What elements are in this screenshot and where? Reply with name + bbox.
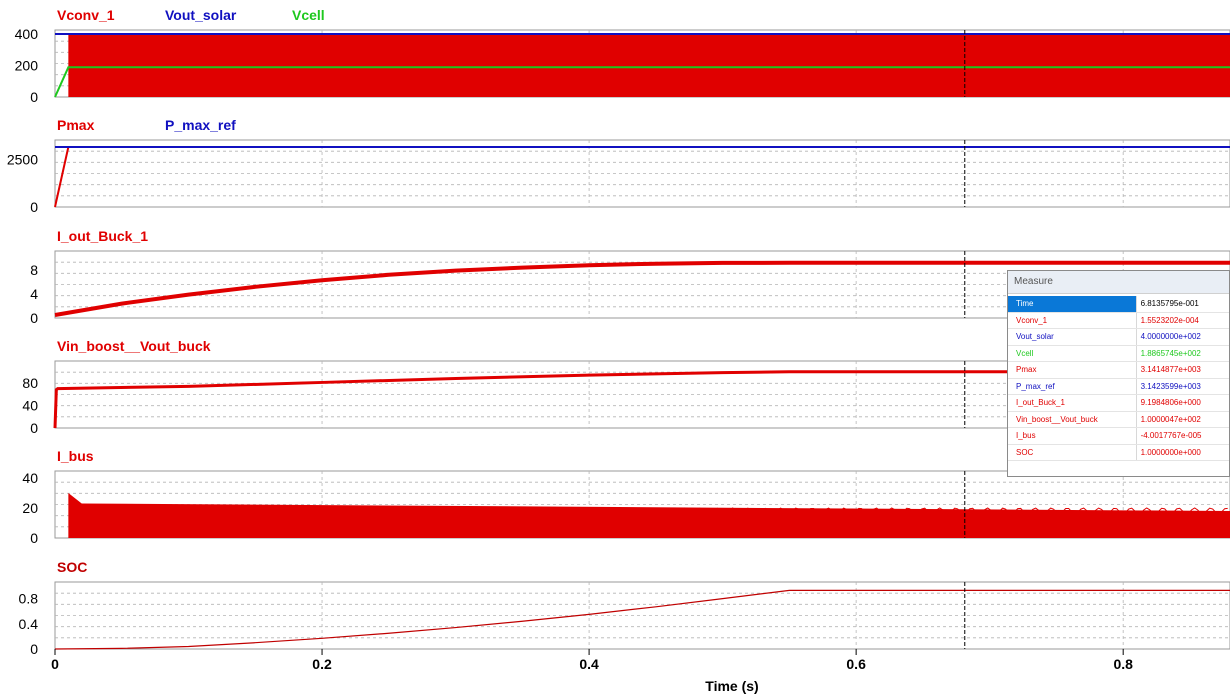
measure-row-I_out_Buck_1[interactable]: I_out_Buck_1 9.1984806e+000	[1008, 394, 1229, 412]
measure-signal-value: 3.1423599e+003	[1135, 378, 1229, 395]
measure-signal-name: Vin_boost__Vout_buck	[1008, 411, 1137, 428]
measure-signal-name: P_max_ref	[1008, 378, 1137, 395]
measure-row-Vout_solar[interactable]: Vout_solar 4.0000000e+002	[1008, 328, 1229, 346]
measure-signal-name: I_bus	[1008, 427, 1137, 445]
x-tick-label: 0.6	[846, 656, 866, 672]
legend-Vout_solar: Vout_solar	[165, 7, 237, 23]
y-tick-label: 40	[22, 398, 38, 414]
y-tick-label: 0	[30, 89, 38, 105]
measure-signal-value: 1.0000000e+000	[1135, 444, 1229, 461]
measure-row-Vconv_1[interactable]: Vconv_1 1.5523202e-004	[1008, 312, 1229, 329]
y-tick-label: 0	[30, 199, 38, 215]
legend-SOC: SOC	[57, 559, 87, 575]
y-tick-label: 40	[22, 470, 38, 486]
measure-signal-value: 1.5523202e-004	[1135, 312, 1229, 329]
measure-signal-value: 1.8865745e+002	[1135, 345, 1229, 362]
measure-signal-value: -4.0017767e-005	[1135, 427, 1229, 445]
y-tick-label: 200	[15, 58, 39, 74]
legend-Vconv_1: Vconv_1	[57, 7, 115, 23]
legend-Vcell: Vcell	[292, 7, 325, 23]
legend-Vin_boost__Vout_buck: Vin_boost__Vout_buck	[57, 338, 211, 354]
measure-window-title[interactable]: Measure	[1008, 271, 1229, 294]
measure-signal-value: 1.0000047e+002	[1135, 411, 1229, 428]
x-axis-label: Time (s)	[705, 678, 758, 694]
legend-I_bus: I_bus	[57, 448, 94, 464]
legend-Pmax: Pmax	[57, 117, 95, 133]
measure-signal-name: Time	[1008, 296, 1137, 313]
measure-signal-value: 4.0000000e+002	[1135, 328, 1229, 346]
measure-signal-name: SOC	[1008, 444, 1137, 461]
measure-signal-value: 9.1984806e+000	[1135, 394, 1229, 412]
measure-signal-value: 6.8135795e-001	[1135, 296, 1229, 313]
x-tick-label: 0	[51, 656, 59, 672]
legend-P_max_ref: P_max_ref	[165, 117, 236, 133]
measure-signal-name: I_out_Buck_1	[1008, 394, 1137, 412]
x-tick-label: 0.4	[579, 656, 599, 672]
measure-row-Vin_boost__Vout_buck[interactable]: Vin_boost__Vout_buck 1.0000047e+002	[1008, 411, 1229, 428]
measure-row-P_max_ref[interactable]: P_max_ref 3.1423599e+003	[1008, 378, 1229, 395]
y-tick-label: 0.8	[19, 591, 39, 607]
measure-table: Time 6.8135795e-001 Vconv_1 1.5523202e-004 V…	[1008, 296, 1229, 461]
y-tick-label: 2500	[7, 151, 38, 167]
subplot-1: 400 200 0 Vconv_1 Vout_solar Vcell	[15, 7, 1230, 105]
subplot-6: 0.8 0.4 0 SOC	[19, 559, 1230, 657]
x-tick-label: 0.2	[312, 656, 332, 672]
y-tick-label: 4	[30, 286, 38, 302]
measure-window[interactable]: Measure Time 6.8135795e-001 Vconv_1 1.55232…	[1007, 270, 1230, 477]
measure-signal-name: Pmax	[1008, 361, 1137, 379]
measure-row-Time[interactable]: Time 6.8135795e-001	[1008, 296, 1229, 313]
measure-signal-name: Vconv_1	[1008, 312, 1137, 329]
x-axis: 0 0.2 0.4 0.6 0.8 Time (s)	[51, 649, 1133, 694]
measure-signal-name: Vcell	[1008, 345, 1137, 362]
legend-I_out_Buck_1: I_out_Buck_1	[57, 228, 148, 244]
y-tick-label: 0	[30, 641, 38, 657]
measure-row-I_bus[interactable]: I_bus -4.0017767e-005	[1008, 427, 1229, 445]
y-tick-label: 0	[30, 420, 38, 436]
y-tick-label: 20	[22, 500, 38, 516]
y-tick-label: 400	[15, 26, 39, 42]
measure-row-Vcell[interactable]: Vcell 1.8865745e+002	[1008, 345, 1229, 362]
measure-signal-value: 3.1414877e+003	[1135, 361, 1229, 379]
x-tick-label: 0.8	[1113, 656, 1133, 672]
measure-signal-name: Vout_solar	[1008, 328, 1137, 346]
y-tick-label: 0.4	[19, 616, 39, 632]
y-tick-label: 0	[30, 530, 38, 546]
subplot-2: 2500 0 Pmax P_max_ref	[7, 117, 1230, 215]
measure-row-Pmax[interactable]: Pmax 3.1414877e+003	[1008, 361, 1229, 379]
series-Vconv_1	[55, 34, 1230, 97]
y-tick-label: 80	[22, 375, 38, 391]
measure-row-SOC[interactable]: SOC 1.0000000e+000	[1008, 444, 1229, 461]
y-tick-label: 8	[30, 262, 38, 278]
y-tick-label: 0	[30, 310, 38, 326]
